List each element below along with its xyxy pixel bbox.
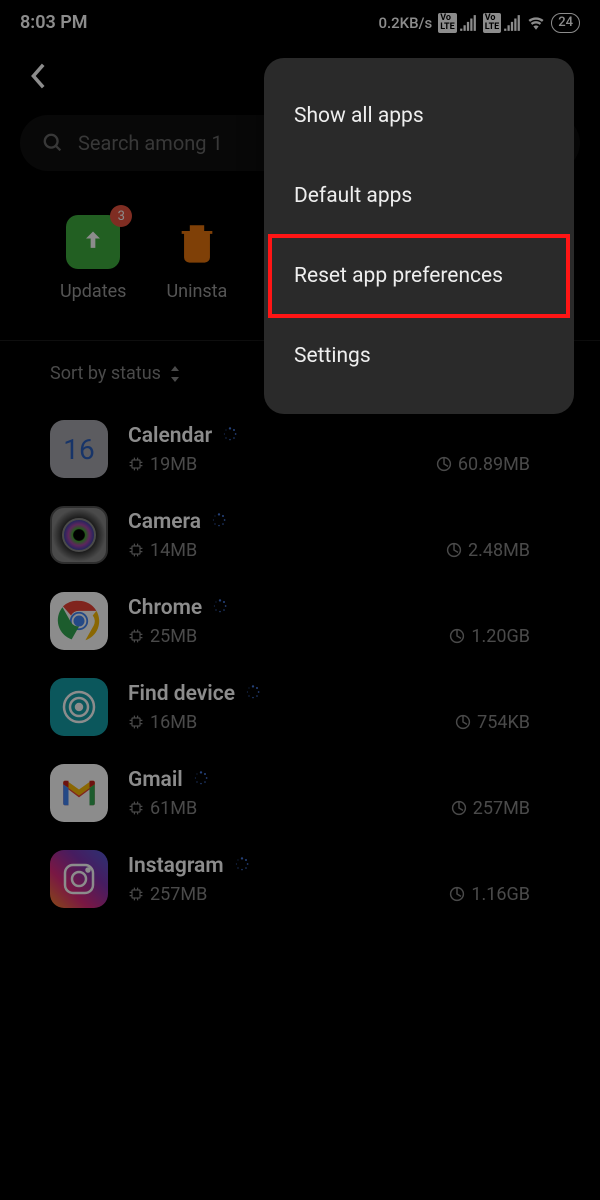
app-icon: 16	[50, 420, 108, 478]
updates-action[interactable]: 3 Updates	[60, 215, 126, 302]
menu-item[interactable]: Reset app preferences	[270, 236, 568, 316]
app-info: Find device 16MB 754KB	[128, 682, 550, 733]
app-name: Find device	[128, 682, 235, 706]
menu-item[interactable]: Show all apps	[264, 76, 574, 156]
app-icon	[50, 764, 108, 822]
updates-badge: 3	[110, 205, 132, 227]
app-name: Chrome	[128, 596, 202, 620]
uninstall-icon	[170, 215, 224, 269]
app-icon	[50, 506, 108, 564]
loading-spinner-icon	[222, 426, 238, 446]
app-size: 19MB	[128, 454, 197, 475]
data-size: 754KB	[455, 712, 530, 733]
app-size: 14MB	[128, 540, 197, 561]
loading-spinner-icon	[211, 512, 227, 532]
app-icon	[50, 678, 108, 736]
data-size: 60.89MB	[436, 454, 530, 475]
sim1-indicator: VoLTE	[438, 13, 477, 33]
menu-item[interactable]: Settings	[264, 316, 574, 396]
app-icon	[50, 592, 108, 650]
updates-icon: 3	[66, 215, 120, 269]
app-info: Camera 14MB 2.48MB	[128, 510, 550, 561]
sim2-indicator: VoLTE	[483, 13, 522, 33]
sort-label: Sort by status	[50, 363, 161, 384]
app-row[interactable]: Chrome 25MB 1.20GB	[0, 578, 600, 664]
data-size: 257MB	[451, 798, 530, 819]
uninstall-action[interactable]: Uninsta	[166, 215, 227, 302]
options-menu: Show all appsDefault appsReset app prefe…	[264, 58, 574, 414]
search-icon	[42, 132, 64, 154]
status-bar: 8:03 PM 0.2KB/s VoLTE VoLTE 24	[0, 0, 600, 41]
updates-label: Updates	[60, 281, 126, 302]
app-row[interactable]: Instagram 257MB 1.16GB	[0, 836, 600, 922]
app-row[interactable]: Camera 14MB 2.48MB	[0, 492, 600, 578]
app-row[interactable]: 16 Calendar 19MB 60.89MB	[0, 406, 600, 492]
data-size: 1.16GB	[449, 884, 530, 905]
wifi-icon	[527, 14, 545, 32]
app-name: Calendar	[128, 424, 212, 448]
app-info: Chrome 25MB 1.20GB	[128, 596, 550, 647]
app-info: Gmail 61MB 257MB	[128, 768, 550, 819]
app-size: 257MB	[128, 884, 207, 905]
data-size: 1.20GB	[449, 626, 530, 647]
loading-spinner-icon	[212, 598, 228, 618]
menu-item[interactable]: Default apps	[264, 156, 574, 236]
app-info: Instagram 257MB 1.16GB	[128, 854, 550, 905]
app-size: 16MB	[128, 712, 197, 733]
app-info: Calendar 19MB 60.89MB	[128, 424, 550, 475]
loading-spinner-icon	[234, 856, 250, 876]
app-list: 16 Calendar 19MB 60.89MB Camera 14MB 2.4…	[0, 406, 600, 922]
app-row[interactable]: Find device 16MB 754KB	[0, 664, 600, 750]
status-time: 8:03 PM	[20, 12, 88, 33]
app-name: Instagram	[128, 854, 224, 878]
network-speed: 0.2KB/s	[378, 14, 432, 32]
app-row[interactable]: Gmail 61MB 257MB	[0, 750, 600, 836]
sort-arrows-icon	[169, 366, 181, 382]
data-size: 2.48MB	[446, 540, 530, 561]
app-name: Camera	[128, 510, 201, 534]
loading-spinner-icon	[245, 684, 261, 704]
app-icon	[50, 850, 108, 908]
status-indicators: 0.2KB/s VoLTE VoLTE 24	[378, 13, 580, 33]
back-button[interactable]	[24, 61, 54, 91]
app-size: 25MB	[128, 626, 197, 647]
loading-spinner-icon	[193, 770, 209, 790]
volte-icon: VoLTE	[483, 13, 502, 33]
uninstall-label: Uninsta	[166, 281, 227, 302]
signal-bars-icon	[503, 14, 521, 32]
signal-bars-icon	[459, 14, 477, 32]
app-size: 61MB	[128, 798, 197, 819]
chevron-left-icon	[29, 62, 49, 90]
search-placeholder: Search among 1	[78, 131, 223, 155]
battery-indicator: 24	[551, 13, 580, 33]
app-name: Gmail	[128, 768, 183, 792]
volte-icon: VoLTE	[438, 13, 457, 33]
